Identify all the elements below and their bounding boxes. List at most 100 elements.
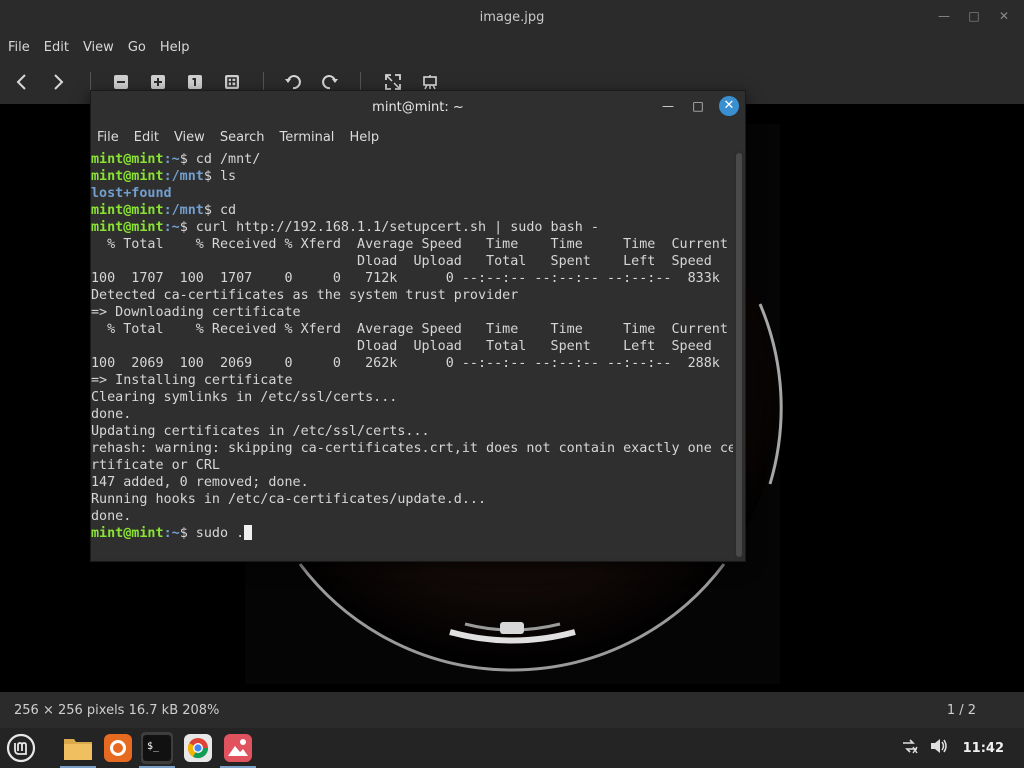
clock[interactable]: 11:42 [963,741,1004,756]
terminal-line: rtificate or CRL [91,457,733,474]
terminal-line: mint@mint:~$ curl http://192.168.1.1/set… [91,219,733,236]
close-icon[interactable]: ✕ [996,8,1012,24]
zoom-fit-icon[interactable] [222,72,242,92]
output-text: Dload Upload Total Spent Left Speed [91,339,712,354]
prompt-path: :/mnt [163,203,204,218]
terminal-scrollbar[interactable] [736,153,742,557]
zoom-out-icon[interactable] [111,72,131,92]
terminal-line: mint@mint:~$ cd /mnt/ [91,151,733,168]
output-text: % Total % Received % Xferd Average Speed… [91,237,728,252]
viewer-menu-view[interactable]: View [83,40,122,55]
prompt-user: mint@mint [91,220,164,235]
terminal-window-controls: — □ ✕ [659,96,739,116]
image-info: 256 × 256 pixels 16.7 kB 208% [14,702,220,718]
terminal-line: rehash: warning: skipping ca-certificate… [91,440,733,457]
command-text: $ ls [203,169,237,184]
command-text: $ curl http://192.168.1.1/setupcert.sh |… [179,220,599,235]
chrome-icon[interactable] [182,732,214,764]
terminal-menu-file[interactable]: File [97,130,119,145]
directory-entry: lost+found [91,186,172,201]
minimize-icon[interactable]: — [659,97,677,115]
next-icon[interactable] [48,72,68,92]
terminal-line: 100 1707 100 1707 0 0 712k 0 --:--:-- --… [91,270,733,287]
firefox-icon[interactable] [102,732,134,764]
terminal-window: mint@mint: ~ — □ ✕ File Edit View Search… [90,90,746,562]
output-text: Running hooks in /etc/ca-certificates/up… [91,492,487,507]
zoom-in-icon[interactable] [148,72,168,92]
previous-icon[interactable] [12,72,32,92]
terminal-line: mint@mint:/mnt$ cd [91,202,733,219]
maximize-icon[interactable]: □ [689,97,707,115]
prompt-path: :~ [163,220,180,235]
output-text: done. [91,407,132,422]
zoom-normal-icon[interactable] [185,72,205,92]
close-icon[interactable]: ✕ [719,96,739,116]
terminal-menu-edit[interactable]: Edit [134,130,159,145]
viewer-menu-edit[interactable]: Edit [44,40,77,55]
prompt-user: mint@mint [91,203,164,218]
terminal-line: % Total % Received % Xferd Average Speed… [91,321,733,338]
menu-icon[interactable] [5,732,37,764]
viewer-statusbar: 256 × 256 pixels 16.7 kB 208% 1 / 2 [0,692,1024,728]
maximize-icon[interactable]: □ [966,8,982,24]
terminal-title: mint@mint: ~ [372,99,464,115]
toolbar-separator [263,72,264,92]
page-indicator: 1 / 2 [946,702,976,718]
command-text: $ sudo . [179,526,245,541]
terminal-line: 100 2069 100 2069 0 0 262k 0 --:--:-- --… [91,355,733,372]
terminal-line: 147 added, 0 removed; done. [91,474,733,491]
terminal-titlebar[interactable]: mint@mint: ~ — □ ✕ [91,91,745,123]
terminal-menu-help[interactable]: Help [349,130,379,145]
terminal-line: % Total % Received % Xferd Average Speed… [91,236,733,253]
terminal-line: mint@mint:/mnt$ ls [91,168,733,185]
output-text: => Downloading certificate [91,305,301,320]
terminal-line: Running hooks in /etc/ca-certificates/up… [91,491,733,508]
terminal-line: mint@mint:~$ sudo . [91,525,733,542]
network-icon[interactable] [901,737,919,759]
prompt-path: :~ [163,152,180,167]
terminal-line: => Installing certificate [91,372,733,389]
toolbar-separator [90,72,91,92]
rotate-left-icon[interactable] [283,72,303,92]
output-text: rtificate or CRL [91,458,220,473]
toolbar-separator [360,72,361,92]
command-text: $ cd /mnt/ [179,152,261,167]
terminal-line: => Downloading certificate [91,304,733,321]
viewer-menu-go[interactable]: Go [128,40,154,55]
files-icon[interactable] [62,732,94,764]
viewer-menubar: File Edit View Go Help [0,34,1024,60]
volume-icon[interactable] [929,737,949,759]
viewer-menu-help[interactable]: Help [160,40,198,55]
rotate-right-icon[interactable] [320,72,340,92]
output-text: % Total % Received % Xferd Average Speed… [91,322,728,337]
viewer-menu-file[interactable]: File [8,40,38,55]
svg-text:$_: $_ [147,741,160,752]
fullscreen-icon[interactable] [383,72,403,92]
terminal-line: Updating certificates in /etc/ssl/certs.… [91,423,733,440]
text-cursor [244,525,253,540]
prompt-path: :/mnt [163,169,204,184]
prompt-user: mint@mint [91,526,164,541]
terminal-output[interactable]: mint@mint:~$ cd /mnt/mint@mint:/mnt$ ls l… [91,151,733,559]
slideshow-icon[interactable] [420,72,440,92]
image-viewer-icon[interactable] [222,732,254,764]
minimize-icon[interactable]: — [936,8,952,24]
output-text: done. [91,509,132,524]
prompt-user: mint@mint [91,169,164,184]
viewer-title: image.jpg [479,9,545,25]
terminal-lines: mint@mint:~$ cd /mnt/mint@mint:/mnt$ ls l… [91,151,733,542]
terminal-line: Clearing symlinks in /etc/ssl/certs... [91,389,733,406]
output-text: 100 2069 100 2069 0 0 262k 0 --:--:-- --… [91,356,720,371]
terminal-line: Dload Upload Total Spent Left Speed [91,338,733,355]
terminal-line: done. [91,508,733,525]
terminal-menu-terminal[interactable]: Terminal [279,130,334,145]
terminal-menu-search[interactable]: Search [220,130,265,145]
terminal-menu-view[interactable]: View [174,130,205,145]
terminal-icon[interactable]: $_ [141,732,173,764]
output-text: 100 1707 100 1707 0 0 712k 0 --:--:-- --… [91,271,720,286]
viewer-window-controls: — □ ✕ [936,8,1012,24]
output-text: Updating certificates in /etc/ssl/certs.… [91,424,430,439]
terminal-line: Detected ca-certificates as the system t… [91,287,733,304]
prompt-path: :~ [163,526,180,541]
output-text: Dload Upload Total Spent Left Speed [91,254,712,269]
